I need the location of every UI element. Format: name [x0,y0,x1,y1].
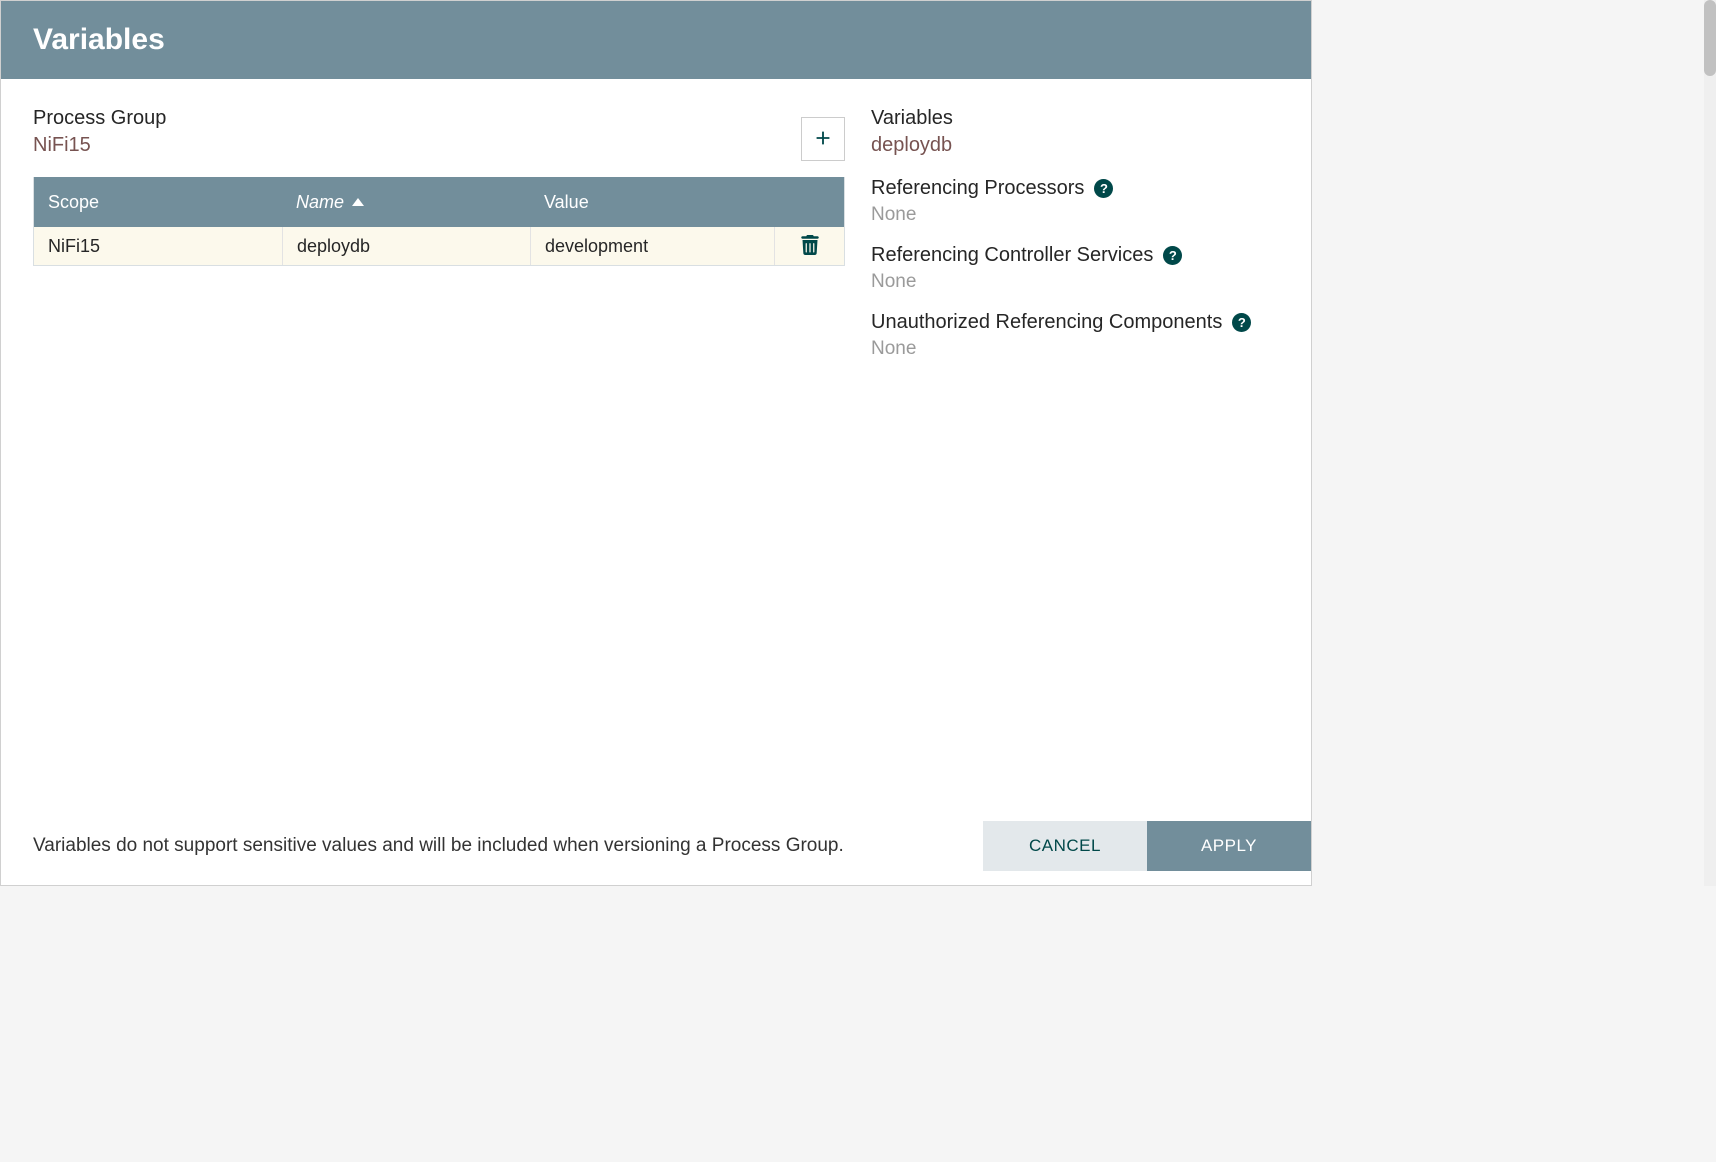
dialog-title: Variables [33,23,1279,57]
variables-dialog: Variables Process Group NiFi15 [0,0,1312,886]
unauthorized-referencing-value: None [871,338,1279,360]
unauthorized-referencing-label: Unauthorized Referencing Components [871,311,1222,334]
referencing-processors-section: Referencing Processors ? None [871,177,1279,226]
dialog-header: Variables [1,1,1311,79]
dialog-body: Process Group NiFi15 Scope Name [1,79,1311,807]
cancel-button[interactable]: Cancel [983,821,1147,871]
process-group-label: Process Group [33,107,166,130]
column-scope[interactable]: Scope [34,192,282,213]
footer-note: Variables do not support sensitive value… [33,835,844,857]
unauthorized-referencing-section: Unauthorized Referencing Components ? No… [871,311,1279,360]
side-variables-label: Variables [871,107,1279,130]
trash-icon [801,243,819,258]
referencing-controller-value: None [871,271,1279,293]
process-group-name: NiFi15 [33,134,166,157]
delete-variable-button[interactable] [797,231,823,262]
plus-icon [812,127,834,152]
add-variable-button[interactable] [801,117,845,161]
referencing-controller-label: Referencing Controller Services [871,244,1153,267]
left-pane: Process Group NiFi15 Scope Name [33,107,845,807]
cell-name: deploydb [282,227,530,265]
referencing-controller-services-section: Referencing Controller Services ? None [871,244,1279,293]
referencing-processors-value: None [871,204,1279,226]
cell-scope: NiFi15 [34,227,282,265]
side-selected-variable: deploydb [871,134,1279,157]
apply-button[interactable]: Apply [1147,821,1311,871]
column-name[interactable]: Name [282,192,530,213]
help-icon[interactable]: ? [1232,313,1251,332]
vertical-scrollbar[interactable] [1704,0,1716,886]
referencing-processors-label: Referencing Processors [871,177,1084,200]
table-header: Scope Name Value [34,177,844,227]
column-name-label: Name [296,192,344,213]
sort-asc-icon [352,198,364,206]
help-icon[interactable]: ? [1163,246,1182,265]
variables-table: Scope Name Value NiFi15 deploydb develop… [33,177,845,266]
column-value[interactable]: Value [530,192,774,213]
help-icon[interactable]: ? [1094,179,1113,198]
dialog-footer: Variables do not support sensitive value… [1,807,1311,885]
table-row[interactable]: NiFi15 deploydb development [34,227,844,265]
right-pane: Variables deploydb Referencing Processor… [871,107,1279,807]
cell-value[interactable]: development [530,227,774,265]
